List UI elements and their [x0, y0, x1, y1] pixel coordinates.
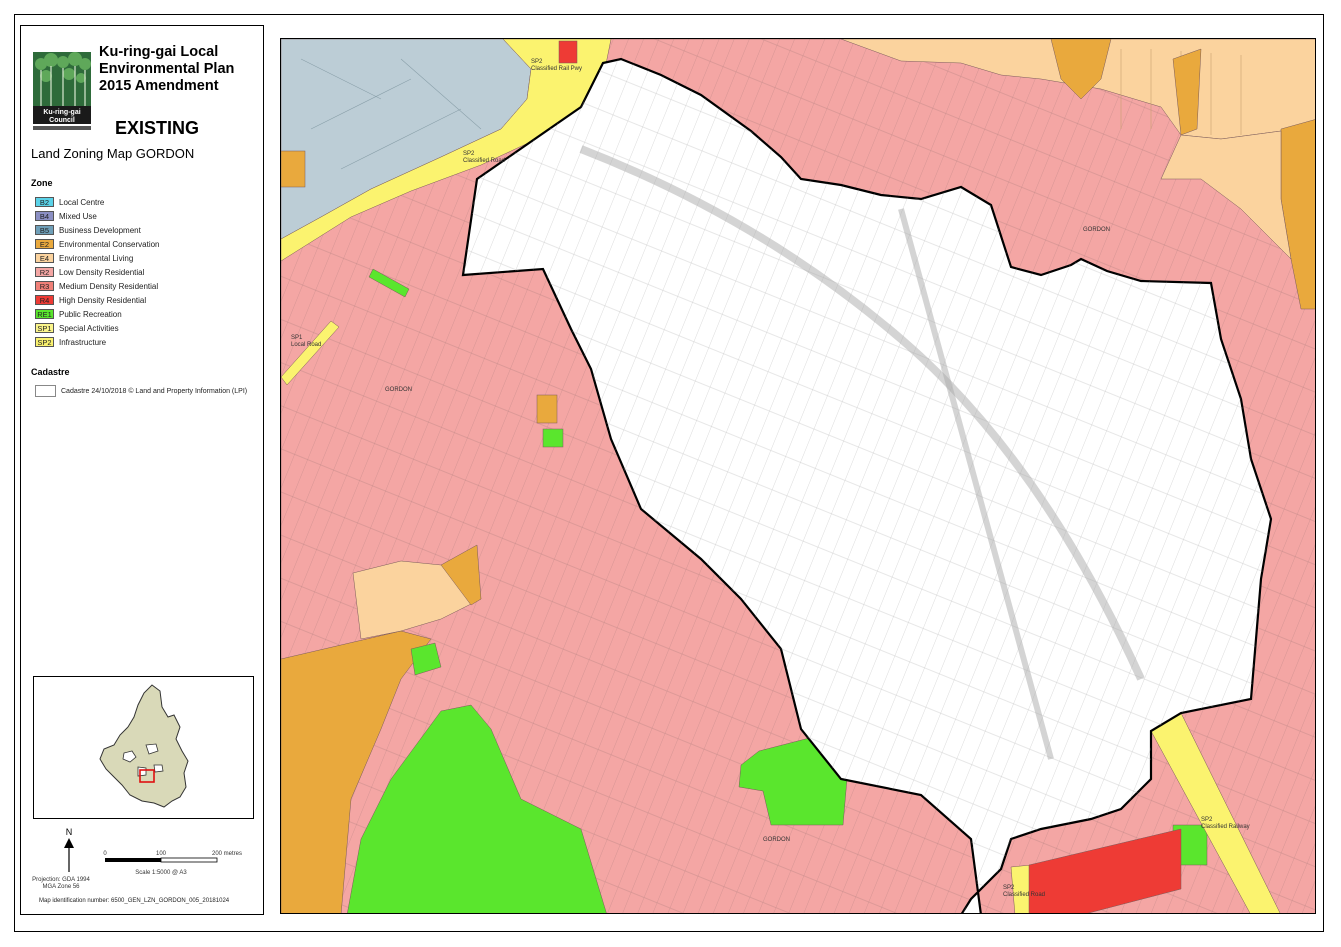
zone-legend-item-sp2: SP2 Infrastructure: [35, 335, 160, 349]
zone-label-b5: Business Development: [59, 225, 141, 235]
label-sp2-road: SP2: [463, 151, 475, 157]
label-gordon-west: GORDON: [385, 387, 412, 393]
zone-e2-small: [536, 394, 558, 424]
zoning-map[interactable]: SP2 Classified Rail Pwy SP2 Classified R…: [281, 39, 1316, 914]
zone-legend-item-r2: R2 Low Density Residential: [35, 265, 160, 279]
label-gordon-east: GORDON: [1083, 227, 1110, 233]
cadastre-label: Cadastre 24/10/2018 © Land and Property …: [61, 387, 248, 395]
zone-legend-item-e2: E2 Environmental Conservation: [35, 237, 160, 251]
cadastre-heading: Cadastre: [31, 367, 70, 377]
zone-e2-tiny: [281, 150, 306, 188]
zone-label-sp1: Special Activities: [59, 323, 119, 333]
zone-legend-item-b5: B5 Business Development: [35, 223, 160, 237]
zone-legend-item-r4: R4 High Density Residential: [35, 293, 160, 307]
zone-swatch-sp1: SP1: [35, 323, 54, 333]
label-sp2-road-bottom: SP2: [1003, 885, 1015, 891]
cadastre-swatch: [35, 385, 56, 397]
label-sp2-rail-top: SP2: [531, 59, 543, 65]
locator-centre-4: [153, 764, 164, 773]
map-frame[interactable]: SP2 Classified Rail Pwy SP2 Classified R…: [280, 38, 1316, 914]
plan-title-line3: 2015 Amendment: [99, 78, 219, 94]
label-sp2-rail-bottom-sub: Classified Railway: [1201, 824, 1250, 830]
zone-legend-item-b2: B2 Local Centre: [35, 195, 160, 209]
zone-label-r2: Low Density Residential: [59, 267, 145, 277]
zone-swatch-e2: E2: [35, 239, 54, 249]
logo-text-1: Ku-ring-gai: [43, 109, 80, 116]
label-sp1-sub: Local Road: [291, 342, 321, 348]
scale-tick-200: 200 metres: [212, 851, 242, 857]
cadastre-legend-item: Cadastre 24/10/2018 © Land and Property …: [35, 385, 247, 397]
zone-swatch-r2: R2: [35, 267, 54, 277]
map-title: Land Zoning Map GORDON: [31, 146, 195, 161]
label-gordon-south: GORDON: [763, 837, 790, 843]
zone-legend-list: B2 Local Centre B4 Mixed Use B5 Business Deve…: [35, 195, 160, 349]
zone-label-sp2: Infrastructure: [59, 337, 107, 347]
locator-map: [33, 676, 254, 819]
zone-swatch-b2: B2: [35, 197, 54, 207]
plan-title-line1: Ku-ring-gai Local: [99, 44, 219, 60]
zone-legend-item-e4: E4 Environmental Living: [35, 251, 160, 265]
plan-title-line2: Environmental Plan: [99, 61, 235, 77]
locator-centre-3: [137, 766, 147, 777]
zone-label-e2: Environmental Conservation: [59, 239, 160, 249]
north-arrow-head: [64, 838, 74, 848]
projection-line2: MGA Zone 56: [42, 884, 80, 890]
zone-label-b2: Local Centre: [59, 197, 105, 207]
label-sp2-road-sub: Classified Road: [463, 158, 505, 164]
zone-legend-item-sp1: SP1 Special Activities: [35, 321, 160, 335]
zone-label-e4: Environmental Living: [59, 253, 134, 263]
zone-legend-item-r3: R3 Medium Density Residential: [35, 279, 160, 293]
zone-r4-top: [558, 40, 578, 64]
zone-heading: Zone: [31, 178, 53, 188]
zone-label-r4: High Density Residential: [59, 295, 147, 305]
label-sp1: SP1: [291, 335, 303, 341]
north-label: N: [66, 827, 73, 837]
plan-title: Ku-ring-gai Local Environmental Plan 201…: [99, 44, 234, 95]
label-sp2-rail-top-sub: Classified Rail Pwy: [531, 66, 582, 72]
legend-panel: Ku-ring-gai Council Ku-ring-gai Local En…: [20, 25, 264, 915]
zone-swatch-b4: B4: [35, 211, 54, 221]
zone-re1-small-a: [542, 428, 564, 448]
zone-label-b4: Mixed Use: [59, 211, 97, 221]
label-sp2-rail-bottom: SP2: [1201, 817, 1213, 823]
projection-line1: Projection: GDA 1994: [32, 877, 90, 883]
zone-legend-item-re1: RE1 Public Recreation: [35, 307, 160, 321]
zone-swatch-r3: R3: [35, 281, 54, 291]
status-label: EXISTING: [115, 118, 200, 138]
zone-label-re1: Public Recreation: [59, 309, 122, 319]
logo-text-2: Council: [49, 117, 75, 124]
label-sp2-road-bottom-sub: Classified Road: [1003, 892, 1045, 898]
zone-label-r3: Medium Density Residential: [59, 281, 159, 291]
locator-council-area: [99, 684, 189, 808]
zone-swatch-e4: E4: [35, 253, 54, 263]
zone-legend-item-b4: B4 Mixed Use: [35, 209, 160, 223]
scale-bar-white: [160, 857, 218, 863]
zone-swatch-r4: R4: [35, 295, 54, 305]
scale-block: N 0 100 200 metres Scale 1:5000 @ A3 Pro…: [31, 826, 257, 896]
tree-logo-icon: Ku-ring-gai Council: [31, 44, 93, 134]
scale-tick-0: 0: [103, 851, 107, 857]
scale-bar-black: [105, 858, 161, 862]
map-id: Map identification number: 6500_GEN_LZN_…: [39, 898, 230, 904]
zone-swatch-re1: RE1: [35, 309, 54, 319]
scale-tick-100: 100: [156, 851, 167, 857]
zone-swatch-sp2: SP2: [35, 337, 54, 347]
title-block: Ku-ring-gai Council Ku-ring-gai Local En…: [31, 44, 261, 144]
scale-text: Scale 1:5000 @ A3: [135, 870, 187, 876]
zone-swatch-b5: B5: [35, 225, 54, 235]
